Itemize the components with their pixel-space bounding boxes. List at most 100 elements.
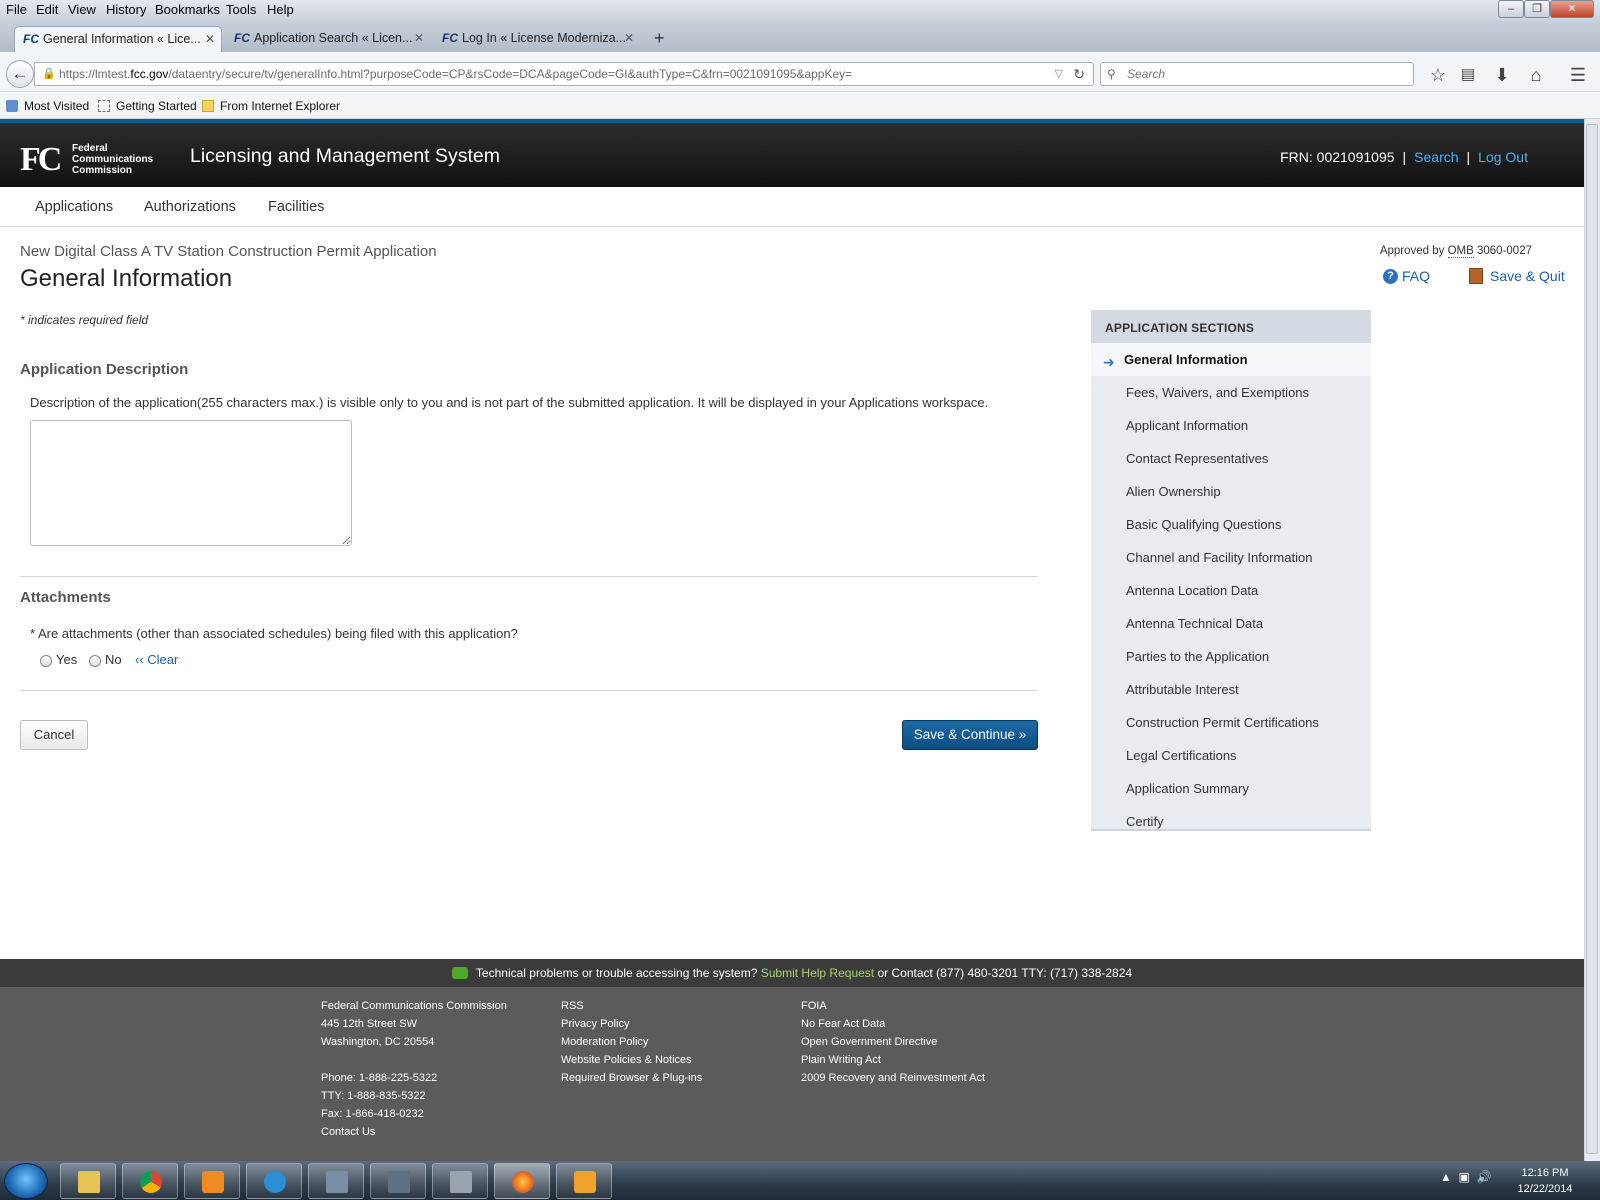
explorer-taskbar-icon[interactable] [60,1163,116,1199]
url-bar[interactable]: 🔒 https://lmtest.fcc.gov/dataentry/secur… [34,62,1094,86]
sidebar-item-channel-facility[interactable]: Channel and Facility Information [1126,550,1312,565]
current-section-arrow-icon: ➜ [1103,354,1115,370]
footer-link[interactable]: Open Government Directive [801,1033,985,1051]
fcc-logo[interactable]: FC Federal Communications Commission [20,141,153,178]
footer-link[interactable]: Moderation Policy [561,1033,702,1051]
footer-link[interactable]: No Fear Act Data [801,1015,985,1033]
nav-applications[interactable]: Applications [35,199,113,215]
submit-help-request-link[interactable]: Submit Help Request [761,966,874,980]
scrollbar-thumb[interactable] [1586,124,1598,1154]
omb-abbr: OMB [1447,245,1474,258]
back-arrow-icon[interactable]: ← [6,60,34,88]
download-icon[interactable]: ⬇ [1488,62,1516,88]
windows-taskbar [0,1161,1600,1200]
sidebar-item-fees[interactable]: Fees, Waivers, and Exemptions [1126,385,1309,400]
menu-help[interactable]: Help [267,2,294,17]
sidebar-item-parties[interactable]: Parties to the Application [1126,649,1269,664]
firefox-taskbar-icon[interactable] [494,1163,550,1199]
minimize-icon[interactable]: – [1498,0,1524,18]
remote-desktop-taskbar-icon[interactable] [370,1163,426,1199]
save-quit-link[interactable]: Save & Quit [1490,268,1565,284]
restore-icon[interactable]: ❐ [1524,0,1550,18]
sidebar-item-basic-qualifying-questions[interactable]: Basic Qualifying Questions [1126,517,1281,532]
reading-list-icon[interactable]: ▤ [1454,62,1482,88]
footer-link[interactable]: Plain Writing Act [801,1051,985,1069]
footer-contact-us-link[interactable]: Contact Us [321,1123,507,1141]
divider [20,576,1038,577]
sidebar-item-antenna-technical[interactable]: Antenna Technical Data [1126,616,1263,631]
logo-text: Federal Communications Commission [72,143,172,176]
attachments-no-radio[interactable] [89,655,101,667]
lock-icon: 🔒 [42,68,56,80]
attachments-yes-radio[interactable] [40,655,52,667]
footer-link[interactable]: 2009 Recovery and Reinvestment Act [801,1069,985,1087]
sidebar-item-applicant-information[interactable]: Applicant Information [1126,418,1248,433]
footer-link[interactable]: Required Browser & Plug-ins [561,1069,702,1087]
close-tab-icon[interactable]: ✕ [624,26,634,50]
footer-contact-column: Federal Communications Commission 445 12… [321,997,507,1141]
nav-facilities[interactable]: Facilities [268,199,324,215]
header-search-link[interactable]: Search [1414,149,1458,165]
bookmark-getting-started[interactable]: Getting Started [98,99,197,113]
menu-history[interactable]: History [106,2,146,17]
tab-log-in[interactable]: FC Log In « License Moderniza... ✕ [434,26,640,52]
logout-link[interactable]: Log Out [1478,149,1528,165]
menu-tools[interactable]: Tools [226,2,256,17]
close-tab-icon[interactable]: ✕ [205,27,215,51]
menu-bookmarks[interactable]: Bookmarks [155,2,220,17]
frn-number: FRN: 0021091095 [1280,149,1395,165]
save-continue-button[interactable]: Save & Continue » [902,720,1038,750]
reload-icon[interactable]: ↻ [1073,63,1085,85]
main-nav: Applications Authorizations Facilities [0,187,1584,227]
taskbar-clock[interactable]: 12:16 PM 12/22/2014 [1510,1165,1580,1197]
network-app-taskbar-icon[interactable] [308,1163,364,1199]
description-textarea[interactable] [30,420,352,546]
sidebar-item-alien-ownership[interactable]: Alien Ownership [1126,484,1221,499]
chrome-taskbar-icon[interactable] [122,1163,178,1199]
sidebar-item-contact-representatives[interactable]: Contact Representatives [1126,451,1268,466]
nav-authorizations[interactable]: Authorizations [144,199,236,215]
sidebar-item-application-summary[interactable]: Application Summary [1126,781,1249,796]
footer-link[interactable]: FOIA [801,997,985,1015]
close-tab-icon[interactable]: ✕ [414,26,424,50]
close-window-icon[interactable]: ✕ [1550,0,1594,18]
bookmark-from-internet-explorer[interactable]: From Internet Explorer [202,99,340,113]
home-icon[interactable]: ⌂ [1522,62,1550,88]
menu-file[interactable]: File [6,2,27,17]
footer-text: 445 12th Street SW [321,1018,417,1030]
menu-view[interactable]: View [68,2,96,17]
sidebar-item-legal-certifications[interactable]: Legal Certifications [1126,748,1237,763]
help-contact: or Contact (877) 480-3201 TTY: (717) 338… [877,966,1133,980]
menu-edit[interactable]: Edit [36,2,58,17]
attachments-heading: Attachments [20,589,111,606]
footer-link[interactable]: RSS [561,997,702,1015]
sidebar-item-certify[interactable]: Certify [1126,814,1164,829]
dropdown-arrow-icon[interactable]: ▽ [1055,63,1063,85]
new-tab-icon[interactable]: + [654,28,665,49]
cancel-button[interactable]: Cancel [20,720,88,750]
internet-explorer-taskbar-icon[interactable] [246,1163,302,1199]
outlook-taskbar-icon[interactable] [556,1163,612,1199]
footer-link[interactable]: Website Policies & Notices [561,1051,702,1069]
faq-link[interactable]: FAQ [1402,268,1430,284]
help-question-icon: ? [1383,269,1398,284]
phone-app-taskbar-icon[interactable] [432,1163,488,1199]
sidebar-item-cp-certifications[interactable]: Construction Permit Certifications [1126,715,1319,730]
windows-start-icon[interactable] [4,1163,48,1199]
bookmark-most-visited[interactable]: Most Visited [6,99,89,113]
bookmark-star-icon[interactable]: ☆ [1424,62,1452,88]
sidebar-item-attributable-interest[interactable]: Attributable Interest [1126,682,1239,697]
tab-application-search[interactable]: FC Application Search « Licen... ✕ [226,26,430,52]
sidebar-item-general-information[interactable]: General Information [1124,352,1248,367]
sidebar-item-antenna-location[interactable]: Antenna Location Data [1126,583,1258,598]
omb-approval: Approved by OMB 3060-0027 [1380,245,1532,258]
browser-search-input[interactable]: ⚲ Search [1100,62,1414,86]
logo-mark: FC [20,141,62,178]
clear-selection-link[interactable]: ‹‹ Clear [135,652,178,667]
tab-general-information[interactable]: FC General Information « Lice... ✕ [14,26,222,52]
hamburger-menu-icon[interactable]: ☰ [1564,62,1592,88]
media-player-taskbar-icon[interactable] [184,1163,240,1199]
footer-link[interactable]: Privacy Policy [561,1015,702,1033]
bookmark-label: Getting Started [116,99,197,113]
system-tray-icons[interactable]: ▲ ▣ 🔊 [1440,1170,1492,1184]
